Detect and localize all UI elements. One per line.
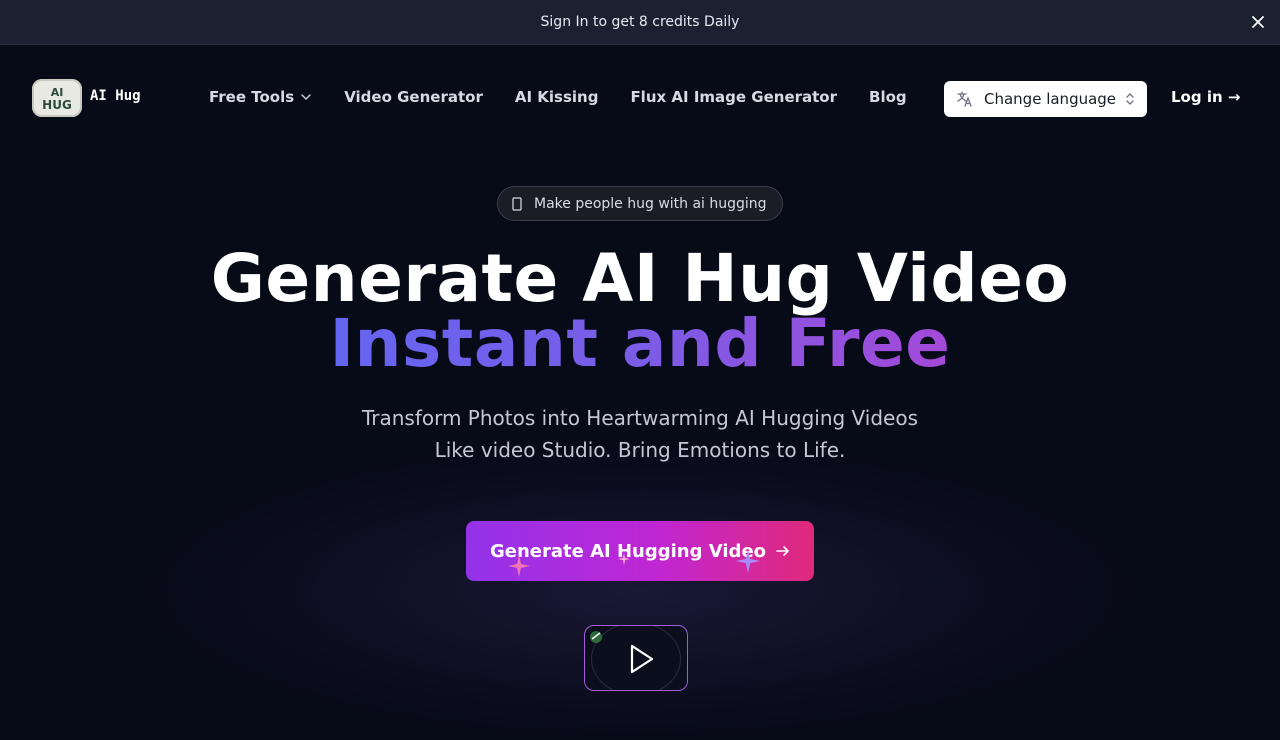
nav-item-label: Free Tools [209, 88, 295, 106]
background-glow [140, 440, 1140, 740]
nav-item-blog[interactable]: Blog [869, 88, 907, 106]
hero-title-highlight-text: Instant and Free [329, 305, 951, 382]
arrow-right-icon [776, 542, 790, 561]
nav-links: Free Tools Video Generator AI Kissing Fl… [209, 88, 939, 106]
nav-item-free-tools[interactable]: Free Tools [209, 88, 312, 106]
top-navigation: AI HUG AI Hug Free Tools Video Generator… [0, 45, 1280, 149]
hero-tag-label: Make people hug with ai hugging [534, 195, 767, 212]
brand-name[interactable]: AI Hug [90, 88, 141, 104]
chevron-down-icon [301, 94, 311, 101]
svg-text:HUG: HUG [42, 98, 72, 112]
generate-video-button[interactable]: Generate AI Hugging Video [466, 521, 814, 581]
nav-item-video-generator[interactable]: Video Generator [344, 88, 483, 106]
demo-video-thumbnail[interactable] [584, 625, 688, 691]
close-icon[interactable] [1248, 12, 1268, 32]
logo-mark-icon: AI HUG [42, 86, 72, 112]
promo-banner: Sign In to get 8 credits Daily [0, 0, 1280, 45]
nav-item-flux-ai-image-generator[interactable]: Flux AI Image Generator [630, 88, 837, 106]
hero-tag-pill: Make people hug with ai hugging [497, 186, 783, 221]
sparkle-icon [736, 549, 760, 573]
promo-banner-text: Sign In to get 8 credits Daily [540, 14, 740, 30]
thumbnail-image-icon [590, 631, 602, 643]
logo[interactable]: AI HUG [32, 79, 82, 117]
login-link[interactable]: Log in → [1171, 88, 1240, 106]
hero-subtitle: Transform Photos into Heartwarming AI Hu… [361, 406, 919, 462]
hug-emoji-icon [512, 196, 522, 211]
play-icon [630, 644, 654, 674]
change-language-label: Change language [984, 90, 1117, 108]
sparkle-icon [618, 553, 630, 565]
hero-title-highlight: Instant and Free [0, 305, 1280, 382]
sparkle-icon [508, 555, 530, 577]
chevron-up-down-icon [1126, 93, 1134, 105]
translate-icon [957, 91, 972, 107]
nav-item-ai-kissing[interactable]: AI Kissing [515, 88, 599, 106]
change-language-button[interactable]: Change language [944, 81, 1147, 117]
